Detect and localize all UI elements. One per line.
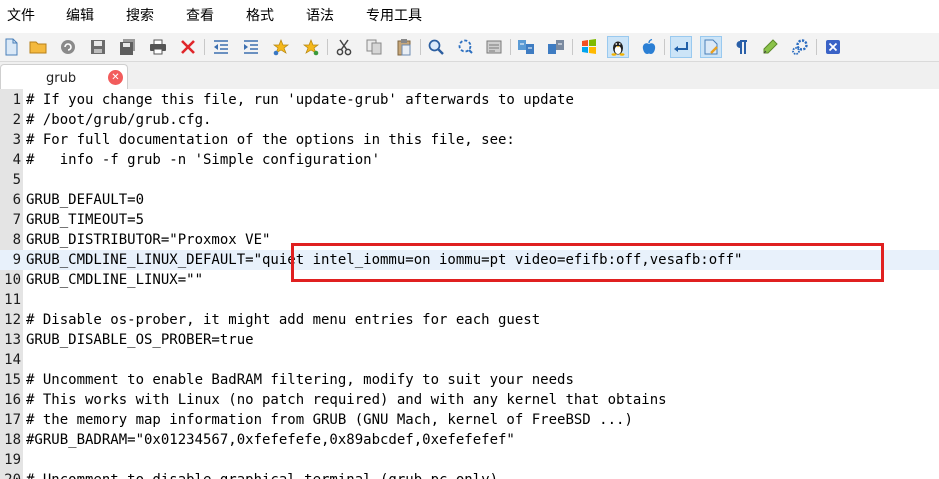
save-icon[interactable] bbox=[87, 36, 109, 58]
line-number: 6 bbox=[12, 192, 21, 208]
line-number: 2 bbox=[12, 112, 21, 128]
line-number: 1 bbox=[12, 92, 21, 108]
bookmark-next-icon[interactable] bbox=[300, 36, 322, 58]
line-text: # This works with Linux (no patch requir… bbox=[26, 392, 667, 408]
code-line: 16 # This works with Linux (no patch requ… bbox=[0, 390, 939, 410]
menu-syntax[interactable]: 语法 bbox=[306, 7, 334, 25]
code-line: 20 # Uncomment to disable graphical termi… bbox=[0, 470, 939, 479]
code-line: 6 GRUB_DEFAULT=0 bbox=[0, 190, 939, 210]
line-number: 20 bbox=[0, 470, 21, 479]
pilcrow-icon[interactable] bbox=[730, 36, 752, 58]
menu-tools[interactable]: 专用工具 bbox=[366, 7, 422, 25]
line-text: # info -f grub -n 'Simple configuration' bbox=[26, 152, 381, 168]
line-text: # /boot/grub/grub.cfg. bbox=[26, 112, 212, 128]
close-icon[interactable] bbox=[177, 36, 199, 58]
line-number: 13 bbox=[4, 332, 21, 348]
line-number: 8 bbox=[12, 232, 21, 248]
line-text: GRUB_CMDLINE_LINUX_DEFAULT="quiet intel_… bbox=[26, 252, 743, 268]
linux-icon[interactable] bbox=[607, 36, 629, 58]
code-line: 4 # info -f grub -n 'Simple configuration… bbox=[0, 150, 939, 170]
copy-icon[interactable] bbox=[363, 36, 385, 58]
code-line: 11 bbox=[0, 290, 939, 310]
line-text: # the memory map information from GRUB (… bbox=[26, 412, 633, 428]
line-number: 3 bbox=[12, 132, 21, 148]
menu-file[interactable]: 文件 bbox=[7, 7, 35, 25]
code-line: 12 # Disable os-prober, it might add menu… bbox=[0, 310, 939, 330]
code-line: 17 # the memory map information from GRUB… bbox=[0, 410, 939, 430]
line-text: GRUB_DISABLE_OS_PROBER=true bbox=[26, 332, 254, 348]
new-file-icon[interactable] bbox=[0, 36, 22, 58]
line-text: GRUB_DEFAULT=0 bbox=[26, 192, 145, 208]
current-code-line: 9 GRUB_CMDLINE_LINUX_DEFAULT="quiet intel… bbox=[0, 250, 939, 270]
line-text: GRUB_TIMEOUT=5 bbox=[26, 212, 145, 228]
line-number: 5 bbox=[12, 172, 21, 188]
code-line: 14 bbox=[0, 350, 939, 370]
print-icon[interactable] bbox=[147, 36, 169, 58]
code-line: 13 GRUB_DISABLE_OS_PROBER=true bbox=[0, 330, 939, 350]
line-number: 12 bbox=[4, 312, 21, 328]
menu-format[interactable]: 格式 bbox=[246, 7, 274, 25]
line-text: #GRUB_BADRAM="0x01234567,0xfefefefe,0x89… bbox=[26, 432, 515, 448]
windows-icon[interactable] bbox=[578, 36, 600, 58]
reload-icon[interactable] bbox=[57, 36, 79, 58]
find-icon[interactable] bbox=[425, 36, 447, 58]
line-text: GRUB_DISTRIBUTOR="Proxmox VE" bbox=[26, 232, 271, 248]
paste-icon[interactable] bbox=[393, 36, 415, 58]
code-line: 10 GRUB_CMDLINE_LINUX="" bbox=[0, 270, 939, 290]
exit-icon[interactable] bbox=[822, 36, 844, 58]
tab-bar: grub ✕ bbox=[0, 62, 939, 90]
line-number: 11 bbox=[4, 292, 21, 308]
tab-grub[interactable]: grub ✕ bbox=[0, 64, 128, 90]
line-text: # Uncomment to disable graphical termina… bbox=[26, 470, 498, 479]
line-number: 15 bbox=[4, 372, 21, 388]
code-line: 18 #GRUB_BADRAM="0x01234567,0xfefefefe,0x… bbox=[0, 430, 939, 450]
replace-icon[interactable] bbox=[454, 36, 476, 58]
code-line: 2 # /boot/grub/grub.cfg. bbox=[0, 110, 939, 130]
line-text: # If you change this file, run 'update-g… bbox=[26, 92, 574, 108]
sync-icon[interactable] bbox=[545, 36, 567, 58]
menu-search[interactable]: 搜索 bbox=[126, 7, 154, 25]
wrap-icon[interactable] bbox=[670, 36, 692, 58]
reformat-icon[interactable] bbox=[700, 36, 722, 58]
code-line: 1 # If you change this file, run 'update-… bbox=[0, 90, 939, 110]
mac-icon[interactable] bbox=[638, 36, 660, 58]
code-editor[interactable]: 1 # If you change this file, run 'update-… bbox=[0, 89, 939, 479]
line-text: # Disable os-prober, it might add menu e… bbox=[26, 312, 541, 328]
menu-view[interactable]: 查看 bbox=[186, 7, 214, 25]
tab-label: grub bbox=[46, 71, 77, 86]
code-line: 15 # Uncomment to enable BadRAM filtering… bbox=[0, 370, 939, 390]
code-line: 19 bbox=[0, 450, 939, 470]
line-text: # Uncomment to enable BadRAM filtering, … bbox=[26, 372, 574, 388]
line-number: 17 bbox=[4, 412, 21, 428]
code-line: 7 GRUB_TIMEOUT=5 bbox=[0, 210, 939, 230]
menu-bar: 文件 编辑 搜索 查看 格式 语法 专用工具 bbox=[0, 0, 939, 33]
line-number: 9 bbox=[12, 252, 21, 268]
code-line: 8 GRUB_DISTRIBUTOR="Proxmox VE" bbox=[0, 230, 939, 250]
bookmark-icon[interactable] bbox=[270, 36, 292, 58]
line-number: 14 bbox=[4, 352, 21, 368]
line-text: # For full documentation of the options … bbox=[26, 132, 515, 148]
settings-icon[interactable] bbox=[789, 36, 811, 58]
open-folder-icon[interactable] bbox=[27, 36, 49, 58]
code-line: 3 # For full documentation of the options… bbox=[0, 130, 939, 150]
close-icon[interactable]: ✕ bbox=[108, 70, 123, 85]
line-number: 19 bbox=[4, 452, 21, 468]
go-to-icon[interactable] bbox=[483, 36, 505, 58]
line-text: GRUB_CMDLINE_LINUX="" bbox=[26, 272, 204, 288]
line-number: 18 bbox=[4, 432, 21, 448]
line-number: 16 bbox=[4, 392, 21, 408]
save-all-icon[interactable] bbox=[117, 36, 139, 58]
cut-icon[interactable] bbox=[333, 36, 355, 58]
menu-edit[interactable]: 编辑 bbox=[66, 7, 94, 25]
line-number: 4 bbox=[12, 152, 21, 168]
highlighter-icon[interactable] bbox=[759, 36, 781, 58]
code-line: 5 bbox=[0, 170, 939, 190]
line-number: 10 bbox=[4, 272, 21, 288]
line-number: 7 bbox=[12, 212, 21, 228]
indent-icon[interactable] bbox=[240, 36, 262, 58]
toolbar bbox=[0, 33, 939, 62]
compare-icon[interactable] bbox=[515, 36, 537, 58]
outdent-icon[interactable] bbox=[210, 36, 232, 58]
